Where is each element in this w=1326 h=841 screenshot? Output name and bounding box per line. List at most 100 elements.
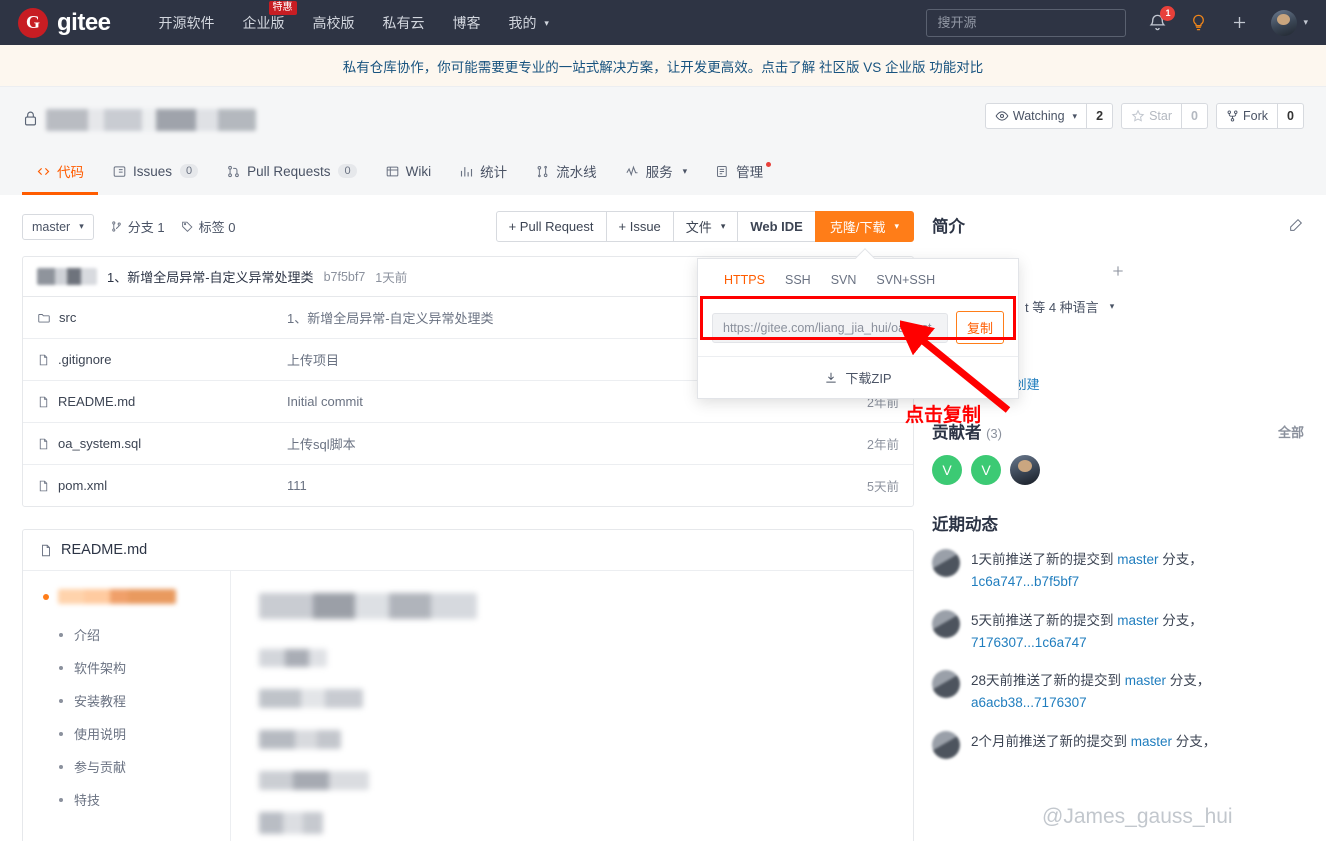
star-button[interactable]: Star — [1121, 103, 1182, 129]
avatar[interactable]: V — [971, 455, 1001, 485]
web-ide-button[interactable]: Web IDE — [737, 211, 816, 242]
chevron-down-icon: ▾ — [1072, 111, 1078, 121]
fork-count[interactable]: 0 — [1278, 103, 1304, 129]
tab-manage[interactable]: 管理 — [701, 151, 788, 195]
activity-prefix: 5天前推送了新的提交到 — [971, 612, 1118, 628]
toc-item-intro[interactable]: 介绍 — [43, 618, 218, 651]
branch-selector[interactable]: master ▾ — [22, 213, 94, 240]
contributors-all-link[interactable]: 全部 — [1278, 422, 1304, 441]
download-zip-button[interactable]: 下载ZIP — [698, 356, 1018, 398]
tab-issues[interactable]: Issues 0 — [98, 154, 212, 193]
unread-dot-icon — [766, 161, 772, 167]
activity-mid: 分支， — [1166, 673, 1211, 689]
download-zip-label: 下载ZIP — [845, 371, 892, 386]
toc-label: 软件架构 — [74, 661, 127, 676]
user-avatar[interactable] — [1271, 9, 1298, 36]
bullet-icon — [59, 665, 63, 670]
tips-button[interactable] — [1189, 13, 1208, 32]
gitee-logo[interactable]: G gitee — [18, 7, 111, 38]
file-commit-message[interactable]: 111 — [287, 478, 867, 493]
latest-commit-message[interactable]: 1、新增全局异常-自定义异常处理类 — [107, 267, 314, 286]
avatar[interactable] — [932, 670, 960, 699]
activity-hash[interactable]: 1c6a747...b7f5bf7 — [971, 574, 1079, 589]
activity-mid: 分支， — [1158, 612, 1203, 628]
copy-url-button[interactable]: 复制 — [955, 311, 1004, 344]
toc-item-install[interactable]: 安装教程 — [43, 684, 218, 717]
clone-tab-svn[interactable]: SVN — [821, 269, 867, 299]
watch-count[interactable]: 2 — [1087, 103, 1114, 129]
file-name-cell[interactable]: .gitignore — [37, 352, 287, 367]
activity-hash[interactable]: 7176307...1c6a747 — [971, 635, 1087, 650]
clone-download-button[interactable]: 克隆/下载 ▾ — [814, 211, 914, 242]
watch-button-group[interactable]: Watching ▾ 2 — [984, 103, 1114, 129]
fork-button[interactable]: Fork — [1216, 103, 1278, 129]
new-pull-request-button[interactable]: + Pull Request — [495, 211, 607, 242]
toc-root-item[interactable] — [43, 589, 218, 604]
new-issue-button[interactable]: + Issue — [605, 211, 674, 242]
file-name-cell[interactable]: pom.xml — [37, 478, 287, 493]
toc-item-usage[interactable]: 使用说明 — [43, 717, 218, 750]
nav-item-opensource[interactable]: 开源软件 — [145, 13, 229, 33]
clone-url-input[interactable] — [712, 312, 948, 343]
nav-item-enterprise[interactable]: 企业版 特惠 — [229, 0, 299, 33]
star-count[interactable]: 0 — [1182, 103, 1208, 129]
watch-button[interactable]: Watching ▾ — [984, 103, 1088, 129]
tab-pull-requests[interactable]: Pull Requests 0 — [212, 154, 370, 193]
tab-wiki[interactable]: Wiki — [371, 154, 446, 193]
clone-tab-https[interactable]: HTTPS — [714, 269, 775, 299]
repository-header: Watching ▾ 2 Star 0 Fork 0 代码 Issues 0 P… — [0, 87, 1326, 195]
star-button-group[interactable]: Star 0 — [1121, 103, 1208, 129]
clone-tab-svn-ssh[interactable]: SVN+SSH — [866, 269, 945, 299]
latest-commit-hash[interactable]: b7f5bf7 — [324, 270, 366, 284]
nav-label: 高校版 — [312, 14, 355, 31]
tab-pipeline[interactable]: 流水线 — [521, 151, 611, 195]
branches-link[interactable]: 分支 1 — [110, 217, 165, 236]
create-new-button[interactable] — [1230, 13, 1249, 32]
file-icon — [39, 396, 48, 407]
avatar[interactable]: V — [932, 455, 962, 485]
promo-banner[interactable]: 私有仓库协作，你可能需要更专业的一站式解决方案，让开发更高效。点击了解 社区版 … — [0, 45, 1326, 87]
tab-label: 流水线 — [556, 165, 597, 180]
toc-item-features[interactable]: 特技 — [43, 783, 218, 816]
avatar[interactable] — [1010, 455, 1040, 485]
nav-item-blog[interactable]: 博客 — [439, 13, 495, 33]
activity-branch[interactable]: master — [1125, 673, 1166, 688]
toc-item-architecture[interactable]: 软件架构 — [43, 651, 218, 684]
file-commit-message[interactable]: 上传sql脚本 — [287, 434, 867, 453]
tab-statistics[interactable]: 统计 — [445, 151, 521, 195]
file-name-cell[interactable]: src — [37, 310, 287, 325]
clone-tab-ssh[interactable]: SSH — [775, 269, 821, 299]
toc-label: 使用说明 — [74, 727, 127, 742]
edit-icon[interactable] — [1288, 217, 1304, 233]
intro-header: 简介 — [932, 213, 1304, 237]
files-menu-button[interactable]: 文件 ▾ — [672, 211, 739, 242]
tags-link[interactable]: 标签 0 — [181, 217, 235, 236]
table-row[interactable]: oa_system.sql 上传sql脚本 2年前 — [23, 422, 913, 464]
nav-item-private-cloud[interactable]: 私有云 — [369, 13, 439, 33]
tab-services[interactable]: 服务 ▾ — [611, 151, 702, 195]
activity-branch[interactable]: master — [1117, 552, 1158, 567]
avatar[interactable] — [932, 731, 960, 760]
activity-prefix: 1天前推送了新的提交到 — [971, 552, 1118, 567]
chevron-down-icon: ▾ — [544, 18, 549, 29]
chevron-down-icon[interactable]: ▾ — [1303, 17, 1308, 28]
avatar[interactable] — [932, 549, 960, 577]
repository-name-redacted[interactable] — [46, 109, 256, 131]
fork-button-group[interactable]: Fork 0 — [1216, 103, 1304, 129]
notifications-button[interactable]: 1 — [1148, 6, 1176, 32]
bullet-icon — [59, 698, 63, 703]
table-row[interactable]: pom.xml 111 5天前 — [23, 464, 913, 506]
nav-item-campus[interactable]: 高校版 — [299, 13, 369, 33]
file-name-cell[interactable]: oa_system.sql — [37, 436, 287, 451]
activity-branch[interactable]: master — [1117, 613, 1158, 628]
file-name-cell[interactable]: README.md — [37, 394, 287, 409]
list-item: 5天前推送了新的提交到 master 分支， 7176307...1c6a747 — [932, 609, 1304, 654]
search-input[interactable] — [926, 8, 1127, 37]
tab-code[interactable]: 代码 — [22, 151, 98, 195]
activity-branch[interactable]: master — [1131, 734, 1172, 749]
toc-item-contribute[interactable]: 参与贡献 — [43, 750, 218, 783]
avatar[interactable] — [932, 609, 960, 638]
activity-prefix: 28天前推送了新的提交到 — [971, 673, 1125, 689]
activity-hash[interactable]: a6acb38...7176307 — [971, 695, 1087, 710]
nav-item-mine[interactable]: 我的 ▾ — [495, 13, 563, 33]
